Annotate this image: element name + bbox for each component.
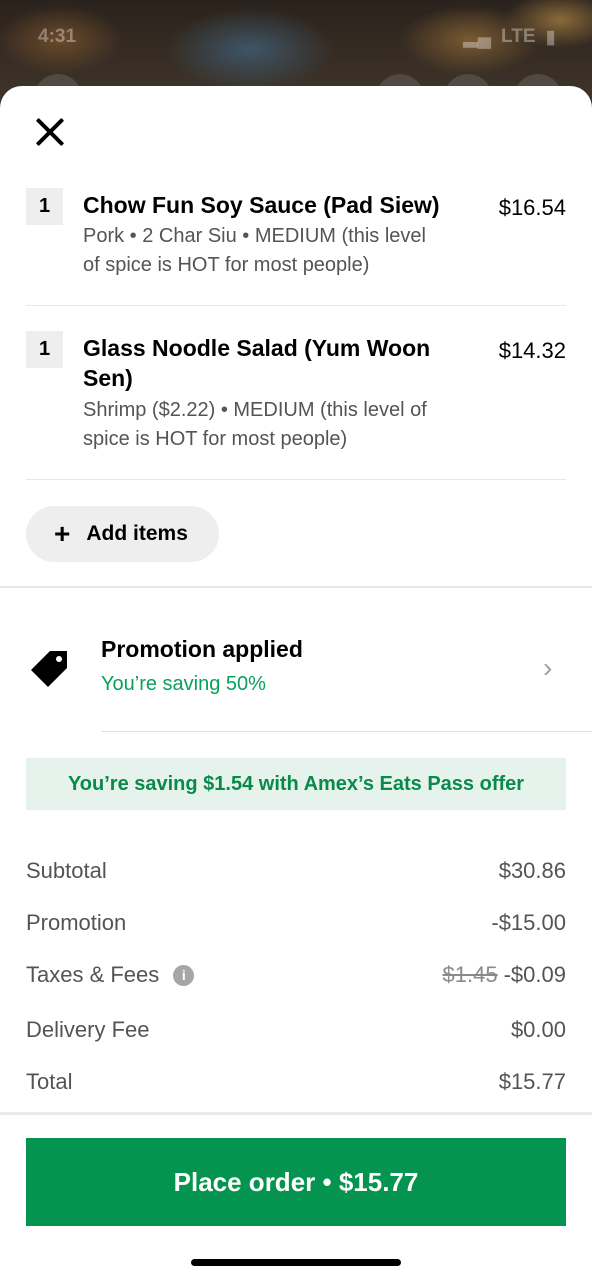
close-icon[interactable] [32, 114, 68, 150]
promotion-subtitle: You’re saving 50% [101, 673, 266, 695]
taxes-fees-row: Taxes & Fees i $1.45 -$0.09 [26, 962, 566, 998]
taxes-value: -$0.09 [503, 962, 566, 987]
place-order-button[interactable]: Place order • $15.77 [26, 1138, 566, 1226]
delivery-value: $0.00 [510, 1017, 566, 1042]
item-quantity[interactable]: 1 [26, 188, 63, 225]
signal-icon: ▂▄ [462, 26, 492, 48]
tag-icon [31, 651, 67, 687]
cart-item[interactable]: 1 Glass Noodle Salad (Yum Woon Sen) $14.… [26, 331, 566, 461]
delivery-label: Delivery Fee [26, 1017, 150, 1042]
item-divider [26, 305, 566, 306]
subtotal-value: $30.86 [498, 858, 566, 883]
cart-item[interactable]: 1 Chow Fun Soy Sauce (Pad Siew) $16.54 P… [26, 188, 566, 288]
taxes-label: Taxes & Fees [26, 962, 160, 987]
item-price: $14.32 [498, 338, 566, 363]
subtotal-label: Subtotal [26, 858, 107, 883]
item-options-line2: of spice is HOT for most people) [83, 254, 370, 276]
promotion-divider [101, 731, 592, 732]
item-options-line1: Shrimp ($2.22) • MEDIUM (this level of [83, 399, 427, 421]
promotion-row[interactable]: Promotion applied You’re saving 50% › [0, 622, 592, 712]
info-icon[interactable]: i [173, 965, 195, 986]
delivery-fee-row: Delivery Fee $0.00 [26, 1017, 566, 1053]
promotion-title: Promotion applied [101, 636, 303, 662]
item-options-line2: spice is HOT for most people) [83, 428, 348, 450]
status-time: 4:31 [38, 26, 77, 47]
plus-icon: + [54, 518, 71, 549]
item-options-line1: Pork • 2 Char Siu • MEDIUM (this level [83, 225, 426, 247]
taxes-original-value: $1.45 [442, 962, 498, 987]
item-price: $16.54 [498, 195, 566, 220]
network-label: LTE [501, 26, 536, 47]
item-quantity[interactable]: 1 [26, 331, 63, 368]
add-items-button[interactable]: + Add items [26, 506, 219, 562]
subtotal-row: Subtotal $30.86 [26, 858, 566, 894]
cart-sheet: 1 Chow Fun Soy Sauce (Pad Siew) $16.54 P… [0, 86, 592, 1280]
home-indicator [191, 1259, 401, 1266]
promotion-label: Promotion [26, 910, 127, 935]
battery-icon: ▮ [545, 26, 556, 48]
total-label: Total [26, 1069, 73, 1094]
item-name: Glass Noodle Salad (Yum Woon Sen) [83, 335, 431, 391]
eats-pass-banner: You’re saving $1.54 with Amex’s Eats Pas… [26, 758, 566, 810]
promotion-value: -$15.00 [491, 910, 566, 935]
total-row: Total $15.77 [26, 1069, 566, 1105]
status-bar: 4:31 ▂▄ LTE ▮ [0, 0, 592, 74]
total-value: $15.77 [498, 1069, 566, 1094]
add-items-label: Add items [86, 522, 188, 545]
item-name: Chow Fun Soy Sauce (Pad Siew) [83, 192, 440, 218]
section-divider [0, 586, 592, 588]
footer-divider [0, 1112, 592, 1115]
promotion-discount-row: Promotion -$15.00 [26, 910, 566, 946]
chevron-right-icon: › [543, 652, 553, 683]
item-divider [26, 479, 566, 480]
